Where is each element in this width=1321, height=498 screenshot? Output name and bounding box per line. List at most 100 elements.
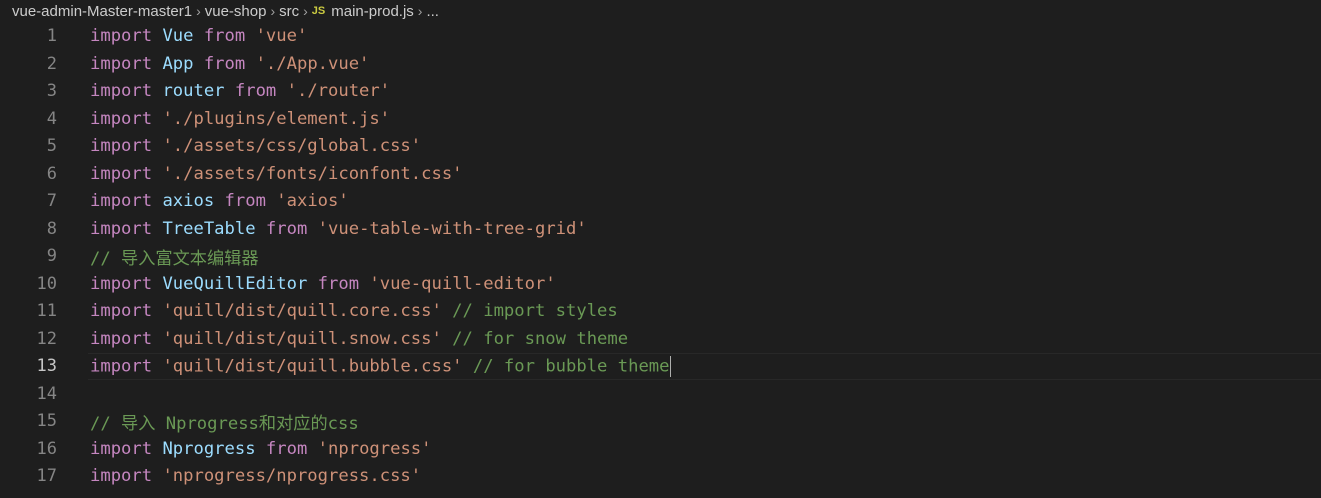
code-token: 'vue-table-with-tree-grid' xyxy=(317,218,587,239)
code-token: 'nprogress' xyxy=(317,438,432,459)
line-number: 13 xyxy=(36,356,57,377)
code-text: import './plugins/element.js' xyxy=(90,109,390,129)
code-text: import 'quill/dist/quill.snow.css' // fo… xyxy=(90,329,628,349)
code-line[interactable]: 12 import 'quill/dist/quill.snow.css' // … xyxy=(0,325,1321,353)
code-token: // 导入富文本编辑器 xyxy=(90,248,259,269)
breadcrumb-item-root[interactable]: vue-admin-Master-master1 xyxy=(12,3,192,20)
line-number: 1 xyxy=(46,26,57,47)
code-token: './assets/css/global.css' xyxy=(162,136,422,157)
code-line[interactable]: 6 import './assets/fonts/iconfont.css' xyxy=(0,160,1321,188)
code-line[interactable]: 15 // 导入 Nprogress和对应的css xyxy=(0,408,1321,436)
code-line[interactable]: 2 import App from './App.vue' xyxy=(0,50,1321,78)
code-token: axios xyxy=(162,191,215,212)
code-token: router xyxy=(162,81,225,102)
breadcrumb-item-project[interactable]: vue-shop xyxy=(205,3,267,20)
line-number: 14 xyxy=(36,383,57,404)
code-line[interactable]: 11 import 'quill/dist/quill.core.css' // … xyxy=(0,298,1321,326)
code-token: import xyxy=(90,273,163,294)
code-token: from xyxy=(255,438,318,459)
code-text: // 导入 Nprogress和对应的css xyxy=(90,409,359,434)
chevron-right-icon: › xyxy=(303,3,308,19)
line-number: 12 xyxy=(36,328,57,349)
code-token: Nprogress xyxy=(162,438,256,459)
chevron-right-icon: › xyxy=(196,3,201,19)
line-number: 8 xyxy=(46,218,57,239)
code-line[interactable]: 17 import 'nprogress/nprogress.css' xyxy=(0,463,1321,491)
code-token: from xyxy=(255,218,318,239)
code-token: 'quill/dist/quill.snow.css' xyxy=(162,328,442,349)
code-token: from xyxy=(193,26,256,47)
code-line[interactable]: 1 import Vue from 'vue' xyxy=(0,23,1321,51)
code-token: import xyxy=(90,191,163,212)
code-text: import './assets/fonts/iconfont.css' xyxy=(90,164,463,184)
code-line[interactable]: 5 import './assets/css/global.css' xyxy=(0,133,1321,161)
javascript-file-icon: JS xyxy=(311,5,326,17)
code-line[interactable]: 9 // 导入富文本编辑器 xyxy=(0,243,1321,271)
code-text: import VueQuillEditor from 'vue-quill-ed… xyxy=(90,274,556,294)
code-token: import xyxy=(90,328,163,349)
code-token: from xyxy=(214,191,277,212)
code-text: import 'quill/dist/quill.core.css' // im… xyxy=(90,301,618,321)
code-token: // import styles xyxy=(441,301,618,322)
text-cursor xyxy=(669,355,671,377)
code-token: import xyxy=(90,218,163,239)
code-text: import Vue from 'vue' xyxy=(90,26,307,46)
code-text: // 导入富文本编辑器 xyxy=(90,244,259,269)
code-token: './plugins/element.js' xyxy=(162,108,391,129)
chevron-right-icon: › xyxy=(270,3,276,19)
code-token: App xyxy=(162,53,194,74)
code-token: './router' xyxy=(286,81,391,102)
code-token: import xyxy=(90,438,163,459)
line-number: 3 xyxy=(46,81,57,102)
code-text: import Nprogress from 'nprogress' xyxy=(90,439,432,459)
code-token: import xyxy=(90,163,163,184)
code-line[interactable]: 14 xyxy=(0,380,1321,408)
code-token: import xyxy=(90,108,163,129)
line-number: 11 xyxy=(36,301,57,322)
code-token: Vue xyxy=(162,26,194,47)
code-line[interactable]: 16 import Nprogress from 'nprogress' xyxy=(0,435,1321,463)
code-line[interactable]: 8 import TreeTable from 'vue-table-with-t… xyxy=(0,215,1321,243)
code-token: 'vue' xyxy=(255,26,308,47)
code-line[interactable]: 3 import router from './router' xyxy=(0,78,1321,106)
breadcrumb-item-symbol[interactable]: ... xyxy=(426,3,439,20)
code-line[interactable]: 7 import axios from 'axios' xyxy=(0,188,1321,216)
code-text: import TreeTable from 'vue-table-with-tr… xyxy=(90,219,587,239)
code-token: './assets/fonts/iconfont.css' xyxy=(162,163,463,184)
code-token: // 导入 Nprogress和对应的css xyxy=(90,413,359,434)
code-token: 'vue-quill-editor' xyxy=(369,273,556,294)
code-token: import xyxy=(90,301,163,322)
code-line[interactable]: 13 import 'quill/dist/quill.bubble.css' /… xyxy=(0,352,1321,380)
code-text: import axios from 'axios' xyxy=(90,191,349,211)
line-number: 17 xyxy=(36,466,57,487)
line-number: 10 xyxy=(36,273,57,294)
code-token: from xyxy=(224,81,287,102)
code-token: TreeTable xyxy=(162,218,256,239)
breadcrumb-item-file[interactable]: main-prod.js xyxy=(331,3,414,20)
code-token: import xyxy=(90,466,163,487)
code-token: import xyxy=(90,136,163,157)
code-text: import router from './router' xyxy=(90,81,390,101)
breadcrumb: vue-admin-Master-master1 › vue-shop › sr… xyxy=(0,0,1321,22)
code-editor[interactable]: 1 import Vue from 'vue' 2 import App from '… xyxy=(0,22,1321,498)
line-number: 16 xyxy=(36,438,57,459)
line-number: 4 xyxy=(46,108,57,129)
code-line[interactable]: 10 import VueQuillEditor from 'vue-quill-… xyxy=(0,270,1321,298)
chevron-right-icon: › xyxy=(417,3,423,19)
code-token: from xyxy=(193,53,256,74)
breadcrumb-item-folder[interactable]: src xyxy=(279,3,299,20)
code-token: import xyxy=(90,53,163,74)
code-token: VueQuillEditor xyxy=(162,273,308,294)
line-number: 7 xyxy=(46,191,57,212)
code-text: import App from './App.vue' xyxy=(90,54,369,74)
code-line[interactable]: 4 import './plugins/element.js' xyxy=(0,105,1321,133)
code-token: from xyxy=(307,273,370,294)
line-number: 6 xyxy=(46,163,57,184)
line-number: 15 xyxy=(36,411,57,432)
code-token: 'quill/dist/quill.core.css' xyxy=(162,301,442,322)
code-token: import xyxy=(90,26,163,47)
line-number: 2 xyxy=(46,53,57,74)
code-text: import './assets/css/global.css' xyxy=(90,136,421,156)
code-token: 'quill/dist/quill.bubble.css' xyxy=(162,356,463,377)
code-text: import 'quill/dist/quill.bubble.css' // … xyxy=(90,355,671,377)
